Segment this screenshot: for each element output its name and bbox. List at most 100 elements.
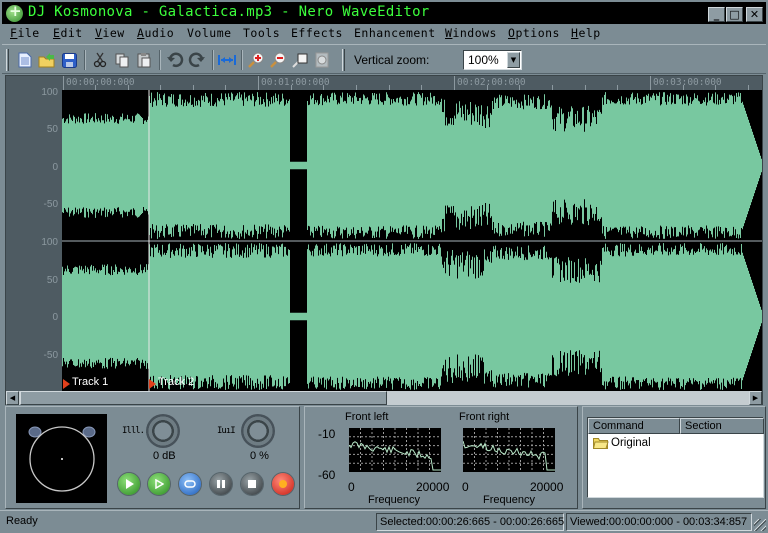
volume-level-icon: Illl.. [122,426,149,436]
resize-grip[interactable] [754,519,766,531]
history-list[interactable]: Command Section Original [587,417,764,498]
phase-scope [16,414,107,503]
vertical-zoom-value: 100% [468,53,499,67]
maximize-button[interactable]: □ [726,7,743,22]
zoom-selection-icon[interactable] [290,50,310,70]
menu-bar: File Edit View Audio Volume Tools Effect… [2,24,766,43]
copy-icon[interactable] [112,50,132,70]
y-label-right-100: 100 [41,237,58,248]
play-selection-button[interactable] [148,473,170,495]
balance-level-icon: IuıI [217,426,236,436]
cut-icon[interactable] [90,50,110,70]
title-bar: DJ Kosmonova - Galactica.mp3 - Nero Wave… [0,0,768,24]
open-file-icon[interactable] [37,50,57,70]
menu-tools[interactable]: Tools [243,26,280,40]
amplitude-axis: 100 50 0 -50 100 50 0 -50 [6,87,62,392]
zoom-in-icon[interactable] [246,50,266,70]
time-ruler[interactable]: 00:00:00:000 00:01:00:000 00:02:00:000 0… [62,76,762,90]
close-button[interactable]: ✕ [746,7,763,22]
y-label-left-50: 50 [46,124,58,135]
phase-scope-graphic [28,426,96,492]
spectrum-left-x-max: 20000 [416,480,450,494]
spectrum-left-x-min: 0 [348,480,355,494]
pause-button[interactable] [210,473,232,495]
loop-button[interactable] [179,473,201,495]
ruler-label: 00:00:00:000 [66,77,135,88]
scroll-right-arrow-icon[interactable]: ▶ [749,391,762,405]
menu-effects[interactable]: Effects [291,26,343,40]
y-label-left-minus50: -50 [43,199,58,210]
redo-icon[interactable] [187,50,207,70]
folder-icon [593,438,609,449]
right-speaker-icon [82,426,96,438]
menu-volume[interactable]: Volume [187,26,232,40]
spectrum-right-plot [462,428,555,472]
pause-icon [217,480,225,488]
vertical-zoom-select[interactable]: 100% ▼ [463,50,522,70]
zoom-out-icon[interactable] [268,50,288,70]
waveform-display[interactable] [62,90,762,392]
spectrum-right-title: Front right [459,411,510,423]
spectrum-right-graph [462,428,555,472]
spectrum-left-title: Front left [345,411,389,423]
undo-icon[interactable] [165,50,185,70]
ruler-label: 00:03:00:000 [653,77,722,88]
toolbar-separator [84,50,86,70]
scroll-left-arrow-icon[interactable]: ◀ [6,391,19,405]
spectrum-left-graph [348,428,441,472]
toolbar-separator [212,50,214,70]
spectrum-y-max: -10 [318,427,336,441]
waveform-editor: 00:00:00:000 00:01:00:000 00:02:00:000 0… [5,75,763,405]
stop-icon [248,480,256,488]
column-header-section[interactable]: Section [680,418,764,434]
toolbar-grip[interactable] [6,49,9,71]
menu-help[interactable]: Help [571,26,601,40]
new-file-icon[interactable] [15,50,35,70]
menu-file[interactable]: File [10,26,40,40]
play-selection-icon [155,479,164,489]
zoom-reset-icon[interactable] [312,50,332,70]
fit-to-window-icon[interactable] [217,50,237,70]
history-command: Original [611,437,651,449]
menu-windows[interactable]: Windows [445,26,497,40]
ruler-label: 00:02:00:000 [457,77,526,88]
status-viewed: Viewed:00:00:00:000 - 00:03:34:857 [566,513,752,531]
y-label-left-0: 0 [52,162,58,173]
horizontal-scrollbar[interactable]: ◀ ▶ [6,391,762,405]
menu-view[interactable]: View [95,26,125,40]
status-text: Ready [6,515,38,527]
menu-enhancement[interactable]: Enhancement [354,26,436,40]
vertical-zoom-label: Vertical zoom: [354,53,430,67]
spectrum-left-plot [348,428,441,472]
play-icon [126,479,134,489]
scrollbar-thumb[interactable] [20,391,387,405]
y-label-right-minus50: -50 [43,350,58,361]
stop-button[interactable] [241,473,263,495]
ruler-tick [258,76,259,90]
column-header-command[interactable]: Command [588,418,680,434]
loop-icon [184,480,196,488]
record-button[interactable] [272,473,294,495]
balance-value: 0 % [250,450,269,462]
history-row[interactable]: Original [593,437,651,449]
menu-options[interactable]: Options [508,26,560,40]
app-logo-icon [6,2,23,22]
spectrum-y-min: -60 [318,468,336,482]
chevron-down-icon[interactable]: ▼ [507,52,520,68]
menu-audio[interactable]: Audio [137,26,174,40]
volume-knob[interactable] [146,414,180,448]
waveform-path [62,243,762,390]
ruler-tick [63,76,64,90]
save-icon[interactable] [59,50,79,70]
toolbar-separator [159,50,161,70]
play-button[interactable] [118,473,140,495]
toolbar-grip[interactable] [342,49,345,71]
menu-edit[interactable]: Edit [53,26,83,40]
toolbar: Vertical zoom: 100% ▼ [2,44,766,74]
minimize-button[interactable]: _ [708,7,725,22]
balance-knob[interactable] [241,414,275,448]
volume-value: 0 dB [153,450,176,462]
toolbar-separator [241,50,243,70]
paste-icon[interactable] [134,50,154,70]
ruler-tick [454,76,455,90]
